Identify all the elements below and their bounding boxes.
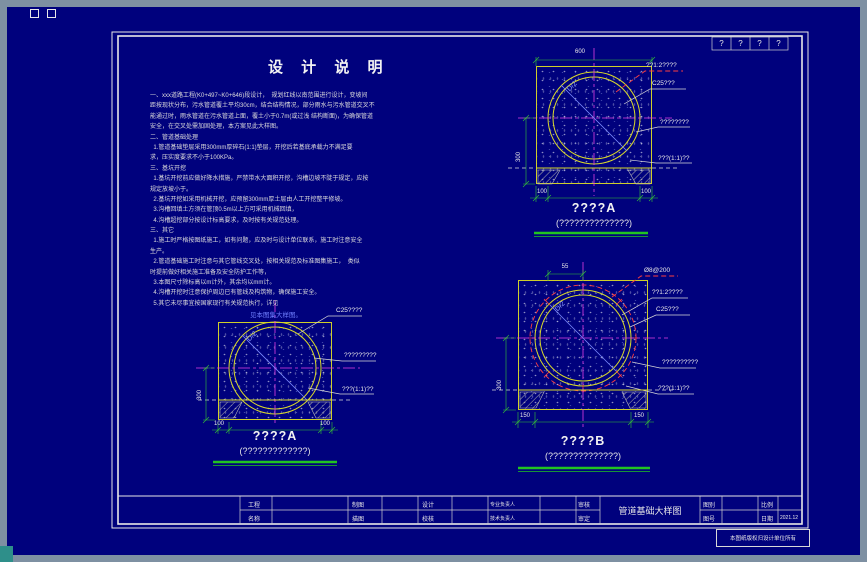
titleblock-fig-type: 图别 <box>703 503 716 509</box>
pipe-section-slab-b <box>518 280 648 410</box>
note-line: 3.沟槽回填土方须在管顶0.5m以上方可采用机械回填， <box>150 207 298 214</box>
titleblock-review: 审核 <box>578 503 591 509</box>
drawing-title: 管道基础大样图 <box>618 506 682 516</box>
note-line: 能通过时，雨水管道在污水管道上面，覆土小于0.7m(或过浅 结构断面)，为确保管… <box>150 113 374 120</box>
note-line: 安全，在交叉处需加固处理，本方案见此大样图。 <box>150 124 283 131</box>
note-line: 三、基坑开挖 <box>150 165 187 172</box>
label-b-slope: ??1:2???? <box>652 289 683 296</box>
note-line: 4.沟槽超挖部分按设计标高要求，及时按有关规范处理。 <box>150 217 303 224</box>
label-a1-cushion: C25??? <box>652 80 675 87</box>
note-line: 2.管道基础施工时注意与其它管线交叉处，按相关规范及标准图集施工， 类似 <box>150 259 360 266</box>
note-reference-blue: 见本图集大样图。 <box>250 312 302 319</box>
titleblock-draw: 制图 <box>352 503 365 509</box>
label-b-cushion: C25??? <box>656 306 679 313</box>
titleblock-approve: 审定 <box>578 517 591 523</box>
note-line: 1.施工时严格按图纸施工，如有问题，应及时与设计单位联系，施工时注意安全 <box>150 238 363 245</box>
dim-b-bottom-left: 150 <box>519 413 530 419</box>
caption-b: ????B <box>560 434 606 448</box>
label-b-mid: ?????????? <box>662 359 699 366</box>
design-notes-title: 设 计 说 明 <box>268 59 390 76</box>
titleblock-project-label-1: 工程 <box>248 503 261 509</box>
note-line: 1.管道基础垫层采用300mm厚碎石(1:1)垫层，开挖后若基底承载力不满足要 <box>150 144 353 151</box>
titleblock-scale: 比例 <box>761 503 774 509</box>
note-line: 1.基坑开挖前应做好降水措施，严禁带水大面积开挖，沟槽边坡不陡于规定，应按 <box>150 176 369 183</box>
window-icon <box>30 9 39 18</box>
titleblock-project-label-2: 名称 <box>248 517 261 523</box>
label-b-rebar: Ø8@200 <box>644 267 671 274</box>
note-line: 时提前做好相关施工准备及安全防护工作等， <box>150 269 271 276</box>
label-a1-mid: ???????? <box>660 119 689 126</box>
note-line: 4.沟槽开挖时注意保护周边已有管线及构筑物，确保施工安全。 <box>150 290 321 297</box>
note-line: 2.基坑开挖如采用机械开挖，应预留300mm厚土层由人工开挖整平修坡。 <box>150 196 347 203</box>
dim-b-top: 55 <box>561 264 569 270</box>
subcaption-a2: (?????????????) <box>239 446 311 456</box>
note-line: 一、xxx道路工程(K0+497~K0+646)段设计， 规划红线以南范围进行设… <box>150 93 368 99</box>
titleblock-check: 校核 <box>422 517 435 523</box>
dim-a1-left: 300 <box>516 151 522 162</box>
titleblock-date-value: 2021.12 <box>780 515 799 521</box>
subcaption-a1: (??????????????) <box>555 218 633 228</box>
dim-a1-bottom-left: 100 <box>536 189 547 195</box>
dim-a2-left: 300 <box>197 389 203 400</box>
label-b-base: ???(1:1)?? <box>658 385 690 392</box>
cad-sheet: { "sheet": { "title": "设 计 说 明", "rev_bo… <box>0 0 867 562</box>
note-line: 二、管道基础处理 <box>150 134 199 141</box>
label-a1-slope: ??1:2???? <box>646 62 677 69</box>
revision-mark: ? <box>757 39 762 48</box>
label-a2-cushion: C25???? <box>336 307 363 314</box>
dim-a1-top: 600 <box>574 49 585 55</box>
subcaption-b: (??????????????) <box>544 451 622 461</box>
dim-b-left: 300 <box>497 379 503 390</box>
note-line: 3.本图尺寸除标高以m计外，其余均以mm计。 <box>150 280 276 287</box>
titleblock-fig-no: 图号 <box>703 517 716 523</box>
caption-a1: ????A <box>571 201 617 215</box>
note-line: 距按现状分布，污水管道覆土平均30cm，结合结构情况，部分雨水与污水管道交叉不 <box>150 103 375 110</box>
titleblock-tech: 技术负责人 <box>490 516 516 522</box>
model-space-background <box>7 7 860 555</box>
revision-mark: ? <box>719 39 724 48</box>
caption-a2: ????A <box>252 429 298 443</box>
titleblock-trace: 描图 <box>352 517 365 523</box>
revision-mark: ? <box>738 39 743 48</box>
note-line: 生产。 <box>150 248 169 255</box>
label-a2-mid: ????????? <box>344 352 377 359</box>
note-line: 规定放坡小于。 <box>150 186 193 193</box>
copyright-stamp: 本图纸版权归设计单位所有 <box>716 529 810 547</box>
pipe-section-slab-a2 <box>218 322 332 420</box>
design-notes: 一、xxx道路工程(K0+497~K0+646)段设计， 规划红线以南范围进行设… <box>150 91 378 309</box>
dim-a2-bottom-right: 100 <box>319 421 330 427</box>
copyright-text: 本图纸版权归设计单位所有 <box>729 536 796 542</box>
dim-a2-bottom-left: 100 <box>213 421 224 427</box>
window-icon <box>47 9 56 18</box>
pipe-section-slab-a1 <box>536 66 652 184</box>
dim-a1-bottom-right: 100 <box>640 189 651 195</box>
revision-mark: ? <box>776 39 781 48</box>
label-a2-base: ???(1:1)?? <box>342 386 374 393</box>
dim-b-bottom-right: 150 <box>633 413 644 419</box>
note-line: 求，压实度要求不小于100KPa。 <box>150 155 238 162</box>
label-a1-base: ???(1:1)?? <box>658 155 690 162</box>
titleblock-design: 设计 <box>422 503 435 509</box>
note-line: 三、其它 <box>150 228 175 235</box>
corner-swatch <box>0 546 13 562</box>
titleblock-lead: 专业负责人 <box>490 502 516 508</box>
titleblock-date: 日期 <box>761 517 774 523</box>
